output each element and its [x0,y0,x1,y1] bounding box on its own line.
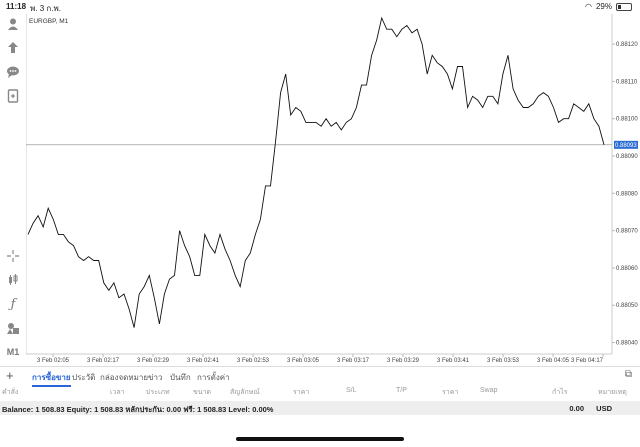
battery-percent: 29% [595,2,612,11]
tab-history[interactable]: ประวัติ [72,371,95,384]
col-sl: S/L [346,387,357,394]
x-tick-label: 3 Feb 03:05 [287,358,320,364]
x-tick-label: 3 Feb 04:05 [537,358,570,364]
objects-icon[interactable] [5,320,21,336]
y-tick-label: 0.88080 [616,191,638,197]
tab-mailbox[interactable]: กล่องจดหมาย [100,371,148,384]
timeframe-label[interactable]: M1 [5,344,21,360]
y-tick-label: 0.88060 [616,266,638,272]
crosshair-icon[interactable] [5,248,21,264]
col-price: ราคา [293,389,310,396]
y-tick-label: 0.88110 [616,79,638,85]
wifi-icon: ◠ [585,2,592,11]
col-tp: T/P [396,387,407,394]
price-series-line [27,16,605,328]
document-icon[interactable] [5,88,21,104]
x-tick-label: 3 Feb 03:41 [437,358,470,364]
battery-icon [616,2,632,11]
y-tick-label: 0.88090 [616,154,638,160]
y-tick-label: 0.88100 [616,117,638,123]
x-tick-label: 3 Feb 02:53 [237,358,270,364]
x-tick-label: 3 Feb 03:29 [387,358,420,364]
x-tick-label: 3 Feb 04:17 [571,358,604,364]
col-time: เวลา [110,389,125,396]
y-tick-label: 0.88070 [616,229,638,235]
col-comment: หมายเหตุ [598,389,627,396]
x-tick-label: 3 Feb 02:05 [37,358,70,364]
x-tick-label: 3 Feb 03:17 [337,358,370,364]
chart-symbol-label: EURGBP, M1 [29,18,69,25]
col-volume: ขนาด [193,389,212,396]
status-bar: 11:18 พ. 3 ก.พ. ◠ 29% [0,0,640,14]
x-tick-label: 3 Feb 02:41 [187,358,220,364]
col-symbol: สัญลักษณ์ [230,389,260,396]
col-swap: Swap [480,387,498,394]
y-tick-label: 0.88050 [616,303,638,309]
col-profit: กำไร [552,389,568,396]
maximize-panel-icon[interactable]: ⧉ [625,369,632,380]
tab-news[interactable]: ข่าว [148,371,162,384]
x-tick-label: 3 Feb 03:53 [487,358,520,364]
account-currency: USD [596,404,612,413]
chat-icon[interactable] [5,64,21,80]
col-type: ประเภท [146,389,170,396]
status-time: 11:18 [6,2,27,11]
account-icon[interactable] [5,16,21,32]
balance-summary: Balance: 1 508.83 Equity: 1 508.83 หลักป… [2,405,274,414]
total-profit: 0.00 [569,404,584,413]
price-chart[interactable]: EURGBP, M1 0.88120 0.88110 0.88100 0.88090 0… [26,14,640,364]
y-tick-label: 0.88120 [616,42,638,48]
indicator-icon[interactable]: ƒ [5,296,21,312]
trade-icon[interactable] [5,40,21,56]
chart-svg: EURGBP, M1 0.88120 0.88110 0.88100 0.88090 0… [26,14,638,364]
current-price-label: 0.88093 [615,143,637,149]
x-tick-label: 3 Feb 02:17 [87,358,120,364]
candles-icon[interactable] [5,272,21,288]
tab-settings[interactable]: การตั้งค่า [197,371,230,384]
tab-journal[interactable]: บันทึก [170,371,191,384]
col-order: คำสั่ง [2,389,19,396]
add-icon[interactable]: + [6,368,14,383]
bottom-tab-bar: + การซื้อขาย ประวัติ กล่องจดหมาย ข่าว บั… [0,366,640,387]
col-current-price: ราคา [442,389,459,396]
status-right: ◠ 29% [585,2,632,11]
left-toolbar: ƒ M1 [0,14,26,364]
orders-table-header: คำสั่ง เวลา ประเภท ขนาด สัญลักษณ์ ราคา S… [0,385,640,399]
y-tick-label: 0.88040 [616,341,638,347]
x-tick-label: 3 Feb 02:29 [137,358,170,364]
balance-row: Balance: 1 508.83 Equity: 1 508.83 หลักป… [0,401,640,415]
home-indicator[interactable] [236,437,404,441]
